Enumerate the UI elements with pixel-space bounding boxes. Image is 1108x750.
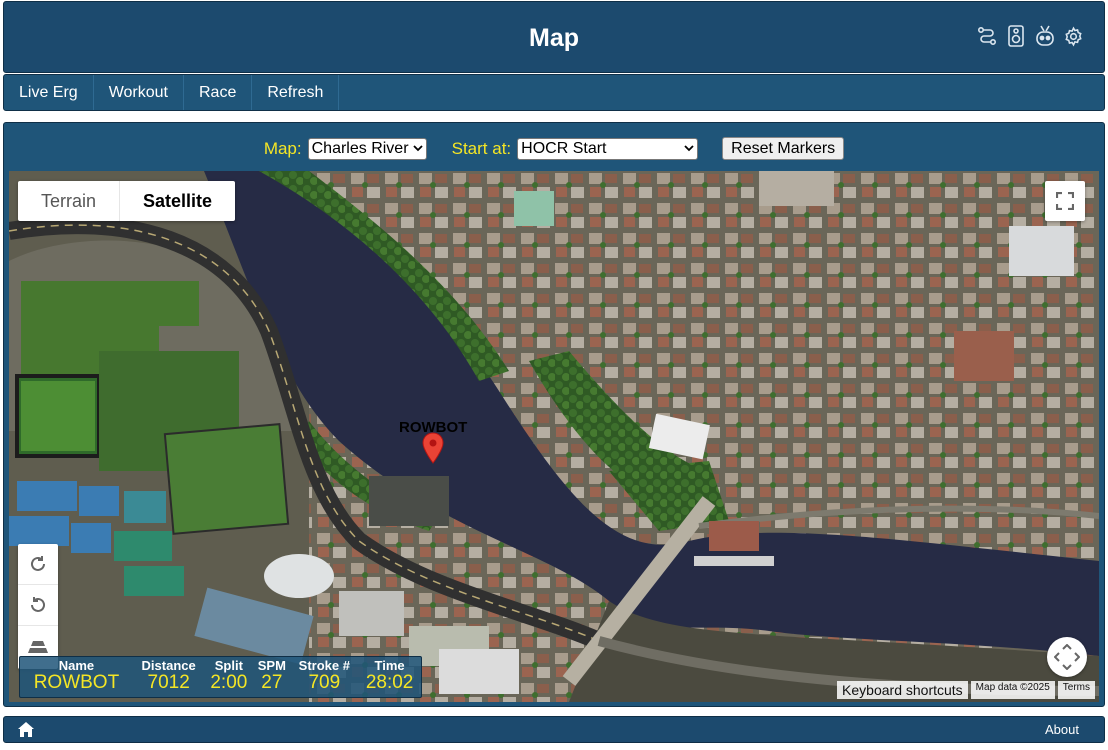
start-select-value: HOCR Start xyxy=(521,139,607,157)
reset-markers-button[interactable]: Reset Markers xyxy=(722,137,845,160)
rower-stats-panel: Name Distance Split SPM Stroke # Time RO… xyxy=(19,656,422,698)
speaker-icon[interactable] xyxy=(1005,24,1026,48)
nav-race[interactable]: Race xyxy=(184,75,253,110)
fullscreen-button[interactable] xyxy=(1045,181,1085,221)
map-type-control: Terrain Satellite xyxy=(18,181,236,221)
rotate-tilt-controls xyxy=(18,544,58,669)
stats-name: ROWBOT xyxy=(33,672,120,693)
route-icon[interactable] xyxy=(976,24,997,48)
app-footer: About xyxy=(3,716,1105,743)
table-row: ROWBOT 7012 2:00 27 709 28:02 xyxy=(20,673,421,693)
map-select-value: Charles River xyxy=(311,139,409,157)
nav-live-erg[interactable]: Live Erg xyxy=(4,75,94,110)
main-nav: Live Erg Workout Race Refresh xyxy=(3,74,1105,111)
gear-icon[interactable] xyxy=(1063,24,1084,48)
start-select[interactable]: HOCR Start xyxy=(517,137,699,160)
rotate-cw-icon xyxy=(31,556,45,571)
stats-split: 2:00 xyxy=(210,672,248,693)
stats-time: 28:02 xyxy=(365,672,414,693)
map-select-label: Map: xyxy=(263,138,302,158)
satellite-button[interactable]: Satellite xyxy=(119,181,235,221)
map-data-credit: Map data ©2025 xyxy=(970,681,1055,699)
stats-header-stroke: Stroke # xyxy=(298,658,350,673)
page-title: Map xyxy=(529,24,579,52)
map-imagery xyxy=(9,171,1099,702)
about-link[interactable]: About xyxy=(1045,722,1079,737)
home-icon[interactable] xyxy=(18,722,34,742)
stats-header-distance: Distance xyxy=(141,658,196,673)
stats-header-name: Name xyxy=(58,658,95,673)
terms-link[interactable]: Terms xyxy=(1057,681,1095,699)
chevron-down-icon xyxy=(412,145,423,152)
keyboard-shortcuts-link[interactable]: Keyboard shortcuts xyxy=(837,681,968,699)
map-controls: Map: Charles River Start at: HOCR Start … xyxy=(4,137,1104,160)
satellite-map[interactable]: Terrain Satellite ROWBOT Name Distance S… xyxy=(9,171,1099,702)
map-panel: Map: Charles River Start at: HOCR Start … xyxy=(3,122,1105,707)
map-attribution: Keyboard shortcuts Map data ©2025 Terms xyxy=(837,681,1095,699)
tilt-icon xyxy=(28,640,48,653)
rower-stats-table: Name Distance Split SPM Stroke # Time RO… xyxy=(20,657,421,693)
start-select-label: Start at: xyxy=(451,138,512,158)
camera-move-icon xyxy=(1054,644,1080,670)
map-pin-icon xyxy=(422,432,444,464)
camera-control-button[interactable] xyxy=(1047,637,1087,677)
stats-header-spm: SPM xyxy=(257,658,286,673)
nav-refresh[interactable]: Refresh xyxy=(252,75,340,110)
header-icon-group xyxy=(976,24,1084,48)
rotate-counterclockwise-button[interactable] xyxy=(18,585,58,626)
nav-workout[interactable]: Workout xyxy=(94,75,184,110)
app-header: Map xyxy=(3,1,1105,73)
map-select[interactable]: Charles River xyxy=(307,137,427,160)
rotate-clockwise-button[interactable] xyxy=(18,544,58,585)
terrain-button[interactable]: Terrain xyxy=(18,181,119,221)
stats-distance: 7012 xyxy=(147,672,190,693)
robot-icon[interactable] xyxy=(1034,24,1055,48)
stats-header-time: Time xyxy=(374,658,405,673)
chevron-down-icon xyxy=(684,145,694,152)
fullscreen-icon xyxy=(1056,192,1074,210)
stats-spm: 27 xyxy=(261,672,283,693)
stats-stroke: 709 xyxy=(308,672,341,693)
rowbot-marker[interactable]: ROWBOT xyxy=(399,419,467,469)
stats-header-split: Split xyxy=(214,658,243,673)
rotate-ccw-icon xyxy=(31,597,45,612)
